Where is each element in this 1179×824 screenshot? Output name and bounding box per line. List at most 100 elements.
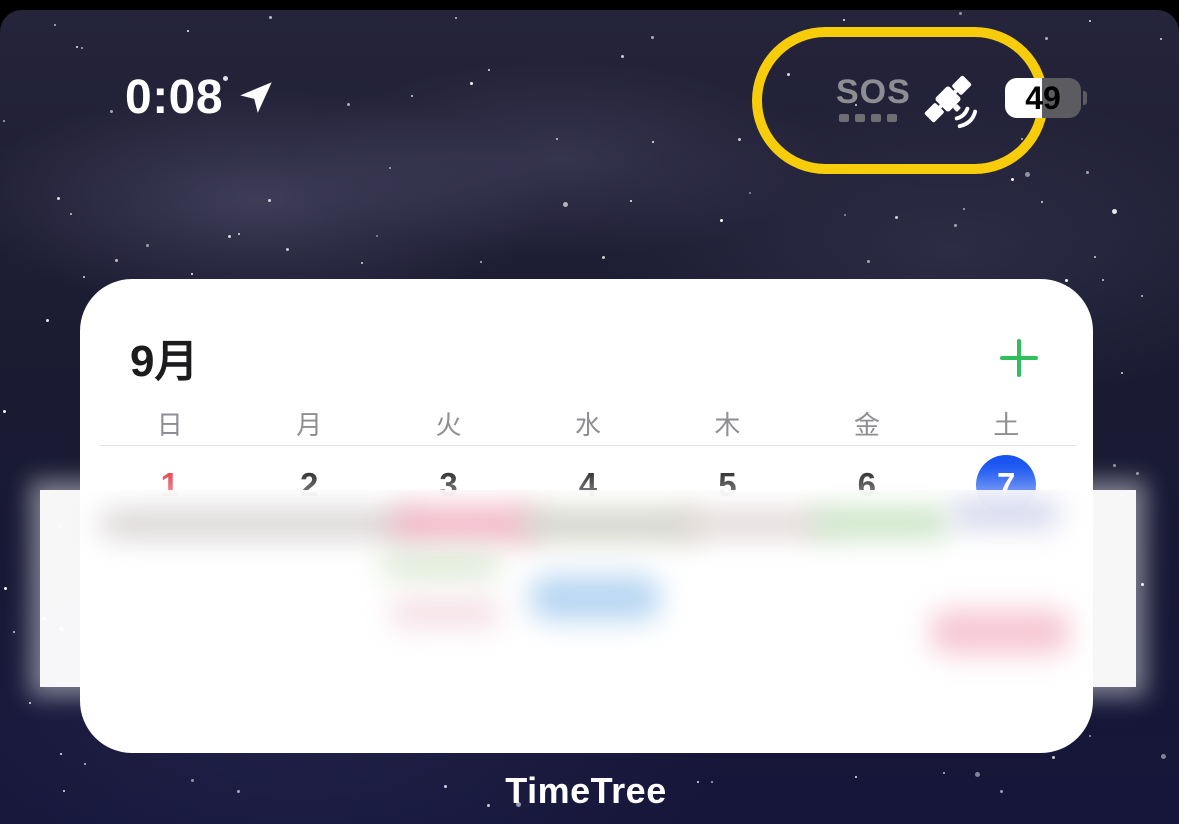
star [1161, 754, 1166, 759]
star [110, 110, 113, 113]
star [738, 138, 741, 141]
blurred-event [520, 510, 700, 540]
signal-dots [836, 114, 900, 122]
star [630, 200, 632, 202]
battery-nub [1083, 91, 1087, 105]
star [1112, 209, 1117, 214]
star [867, 260, 870, 263]
header-divider [100, 445, 1076, 446]
star [81, 47, 83, 49]
star [4, 587, 7, 590]
star [895, 216, 898, 219]
star [954, 224, 957, 227]
star [347, 103, 350, 106]
weekday-label: 月 [296, 410, 323, 440]
star [13, 631, 15, 633]
star [1052, 756, 1055, 759]
star [268, 199, 271, 202]
star [480, 261, 482, 263]
blurred-event [530, 576, 660, 620]
status-bar-left: 0:08 [125, 70, 277, 125]
star [1089, 735, 1091, 737]
battery-level: 49 [1025, 80, 1061, 116]
star [844, 214, 846, 216]
clock: 0:08 [125, 71, 224, 124]
star [1141, 295, 1143, 297]
blurred-event [810, 508, 950, 538]
weekday-header: 日 月 火 水 木 金 土 [100, 405, 1076, 440]
blurred-event [380, 552, 500, 576]
satellite-icon [924, 75, 978, 129]
star [376, 235, 378, 237]
star [720, 219, 723, 222]
star [3, 120, 5, 122]
battery-body: 49 [1005, 78, 1081, 118]
star [191, 273, 193, 275]
star [1041, 201, 1043, 203]
star [46, 319, 49, 322]
star [269, 16, 272, 19]
sos-label: SOS [836, 73, 911, 111]
star [84, 763, 86, 765]
star [411, 95, 413, 97]
weekday-label: 木 [714, 410, 741, 440]
plus-icon[interactable] [998, 337, 1040, 379]
star [602, 256, 605, 259]
star [1141, 583, 1144, 586]
location-arrow-icon [240, 81, 272, 113]
star [959, 12, 962, 15]
star [1136, 472, 1139, 475]
blurred-event [950, 500, 1060, 528]
star [652, 141, 654, 143]
star [1089, 20, 1091, 22]
star [1086, 171, 1089, 174]
weekday-label: 火 [435, 410, 462, 440]
star [963, 208, 965, 210]
star [1160, 38, 1162, 40]
weekday-label: 土 [993, 410, 1020, 440]
star [651, 36, 654, 39]
star [60, 753, 62, 755]
star [57, 197, 60, 200]
star [3, 410, 6, 413]
star [488, 69, 490, 71]
star [1121, 372, 1123, 374]
star [238, 233, 240, 235]
star [1094, 256, 1096, 258]
star [228, 235, 231, 238]
weekday-label: 日 [156, 410, 183, 440]
star [146, 244, 149, 247]
blurred-event [680, 512, 830, 536]
blurred-event [390, 506, 540, 542]
sos-indicator: SOS [836, 73, 911, 122]
star [361, 262, 363, 264]
star [1113, 464, 1116, 467]
month-title: 9月 [130, 337, 199, 386]
star [1102, 279, 1104, 281]
blurred-events-area [40, 490, 1136, 687]
star [470, 82, 473, 85]
star [389, 167, 391, 169]
star [187, 30, 189, 32]
star [1065, 279, 1068, 282]
star [1025, 172, 1030, 177]
star [29, 702, 31, 704]
star [621, 55, 624, 58]
widget-app-label: TimeTree [505, 770, 667, 811]
star [563, 202, 568, 207]
battery-indicator: 49 [1005, 78, 1087, 118]
star [843, 19, 845, 21]
star [749, 192, 751, 194]
star [455, 17, 457, 19]
blurred-event [390, 600, 500, 626]
star [76, 46, 78, 48]
weekday-label: 水 [574, 410, 601, 440]
blurred-event [930, 610, 1070, 654]
star [54, 24, 56, 26]
star [556, 138, 558, 140]
star [286, 248, 289, 251]
blurred-event [100, 510, 420, 538]
home-screen: 0:08 SOS 49 9月 日 月 火 水 木 金 土 1 2 3 4 5 6… [0, 10, 1179, 824]
star [70, 213, 72, 215]
weekday-label: 金 [853, 410, 880, 440]
